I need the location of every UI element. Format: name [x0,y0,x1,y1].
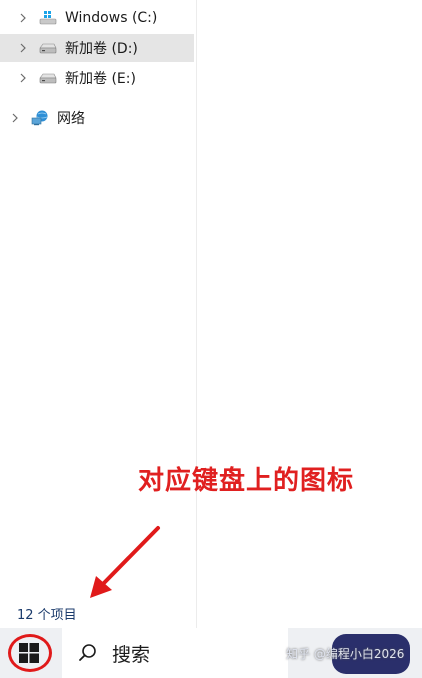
start-button[interactable] [0,628,58,678]
pane-divider [196,0,197,628]
drive-icon [39,71,57,85]
highlight-circle [8,634,52,672]
nav-item-label: 新加卷 (D:) [65,41,138,57]
annotation-text: 对应键盘上的图标 [138,466,355,496]
nav-item-drive-d[interactable]: 新加卷 (D:) [0,34,194,62]
watermark-text: 知乎 @编程小白2026 [286,646,405,661]
nav-item-label: 新加卷 (E:) [65,71,136,87]
windows-drive-icon [39,11,57,25]
chevron-right-icon[interactable] [9,112,21,124]
nav-item-network[interactable]: 网络 [0,104,186,132]
chevron-right-icon[interactable] [17,12,29,24]
nav-item-drive-e[interactable]: 新加卷 (E:) [0,64,194,92]
nav-item-windows-c[interactable]: Windows (C:) [0,4,194,32]
network-icon [31,110,49,126]
drive-icon [39,41,57,55]
item-count-status: 12 个项目 [17,608,77,623]
nav-item-label: Windows (C:) [65,10,158,26]
file-explorer-pane: Windows (C:) 新加卷 (D:) 新加卷 (E:) 网络 对应键盘上的… [0,0,422,628]
search-icon [78,643,98,663]
watermark: 知乎 @编程小白2026 [286,632,420,674]
nav-item-label: 网络 [57,111,85,127]
taskbar-search-box[interactable]: 搜索 [62,628,288,678]
search-label: 搜索 [112,643,151,666]
chevron-right-icon[interactable] [17,42,29,54]
chevron-right-icon[interactable] [17,72,29,84]
